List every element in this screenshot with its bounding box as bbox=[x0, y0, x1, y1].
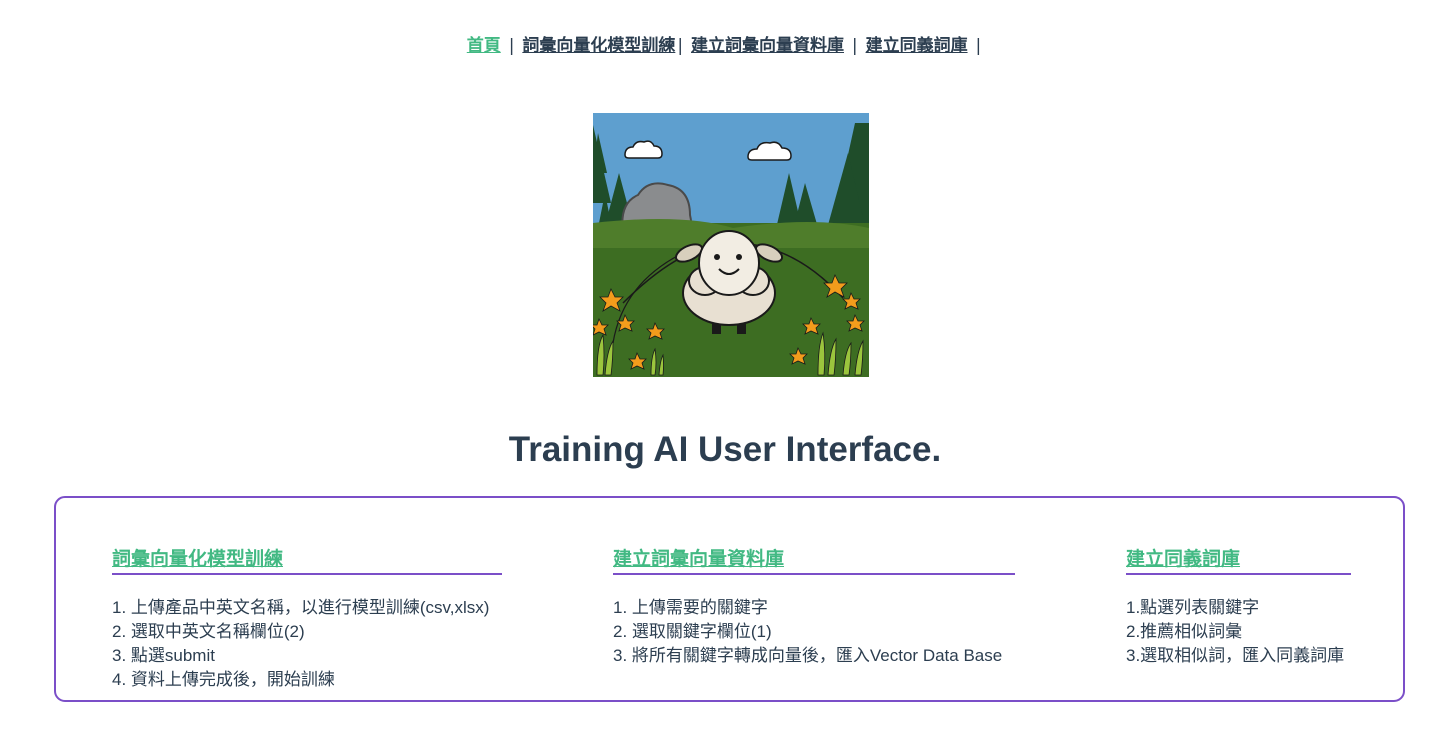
step-item: 2.推薦相似詞彙 bbox=[1126, 622, 1243, 641]
nav-separator: | bbox=[975, 36, 982, 56]
nav-separator: | bbox=[851, 36, 858, 56]
nav-separator: | bbox=[508, 36, 515, 56]
page-title: Training AI User Interface. bbox=[508, 430, 942, 469]
instructions-panel: 詞彙向量化模型訓練 1. 上傳產品中英文名稱，以進行模型訓練(csv,xlsx)… bbox=[54, 496, 1405, 702]
section-heading-link[interactable]: 建立詞彙向量資料庫 bbox=[613, 544, 1015, 575]
step-item: 3. 點選submit bbox=[112, 646, 215, 665]
nav-link-synonym-library[interactable]: 建立同義詞庫 bbox=[866, 36, 968, 56]
steps-list: 1. 上傳產品中英文名稱，以進行模型訓練(csv,xlsx) 2. 選取中英文名… bbox=[112, 596, 502, 692]
steps-list: 1.點選列表關鍵字 2.推薦相似詞彙 3.選取相似詞，匯入同義詞庫 bbox=[1126, 596, 1351, 668]
nav-separator: | bbox=[677, 36, 684, 56]
step-item: 1.點選列表關鍵字 bbox=[1126, 598, 1260, 617]
nav-link-model-training[interactable]: 詞彙向量化模型訓練 bbox=[522, 36, 675, 56]
step-item: 3.選取相似詞，匯入同義詞庫 bbox=[1126, 646, 1345, 665]
hero-image bbox=[593, 113, 869, 377]
step-item: 2. 選取關鍵字欄位(1) bbox=[613, 622, 772, 641]
section-vector-database: 建立詞彙向量資料庫 1. 上傳需要的關鍵字 2. 選取關鍵字欄位(1) 3. 將… bbox=[613, 544, 1015, 668]
section-heading-link[interactable]: 詞彙向量化模型訓練 bbox=[112, 544, 502, 575]
step-item: 1. 上傳需要的關鍵字 bbox=[613, 598, 768, 617]
page: 首頁 | 詞彙向量化模型訓練 | 建立詞彙向量資料庫 | 建立同義詞庫 | Tr… bbox=[0, 0, 1450, 731]
nav-link-vector-database[interactable]: 建立詞彙向量資料庫 bbox=[691, 36, 844, 56]
section-synonym-library: 建立同義詞庫 1.點選列表關鍵字 2.推薦相似詞彙 3.選取相似詞，匯入同義詞庫 bbox=[1126, 544, 1351, 668]
nav-link-home[interactable]: 首頁 bbox=[467, 36, 501, 56]
step-item: 3. 將所有關鍵字轉成向量後，匯入Vector Data Base bbox=[613, 646, 1003, 665]
section-heading-link[interactable]: 建立同義詞庫 bbox=[1126, 544, 1351, 575]
step-item: 1. 上傳產品中英文名稱，以進行模型訓練(csv,xlsx) bbox=[112, 598, 490, 617]
section-model-training: 詞彙向量化模型訓練 1. 上傳產品中英文名稱，以進行模型訓練(csv,xlsx)… bbox=[112, 544, 502, 692]
top-nav: 首頁 | 詞彙向量化模型訓練 | 建立詞彙向量資料庫 | 建立同義詞庫 | bbox=[0, 31, 1450, 56]
step-item: 2. 選取中英文名稱欄位(2) bbox=[112, 622, 305, 641]
step-item: 4. 資料上傳完成後，開始訓練 bbox=[112, 670, 335, 689]
steps-list: 1. 上傳需要的關鍵字 2. 選取關鍵字欄位(1) 3. 將所有關鍵字轉成向量後… bbox=[613, 596, 1015, 668]
sheep-illustration bbox=[593, 113, 869, 377]
